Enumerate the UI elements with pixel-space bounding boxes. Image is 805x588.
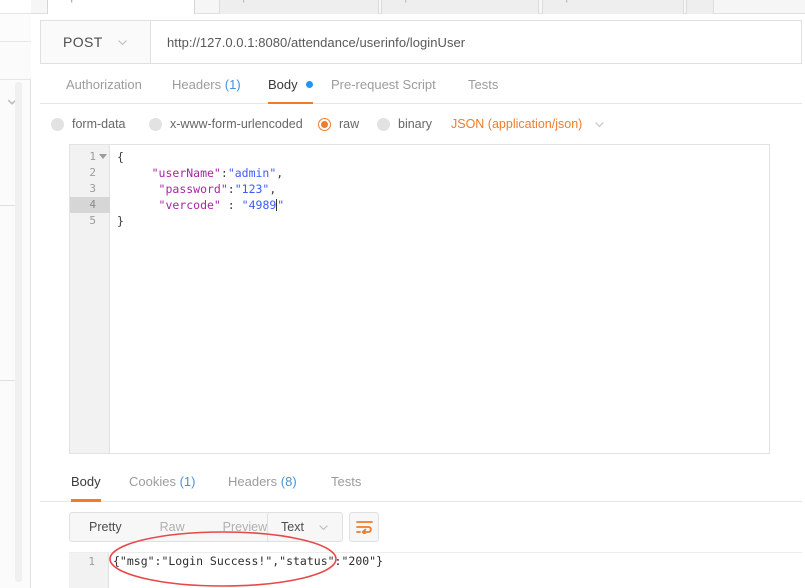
response-tab-tests[interactable]: Tests — [331, 470, 361, 502]
response-tab-cookies-count: (1) — [179, 474, 196, 489]
radio-icon — [149, 117, 162, 131]
chevron-down-icon — [117, 39, 127, 45]
request-section-tabs: Authorization Headers (1) Body Pre-reque… — [40, 74, 802, 104]
tab-pre-request-script-label: Pre-request Script — [331, 77, 436, 92]
response-body-text: {"msg":"Login Success!","status":"200"} — [113, 554, 384, 568]
response-tab-headers-count: (8) — [280, 474, 297, 489]
code-line: } — [117, 214, 124, 228]
editor-gutter: 1 2 3 4 5 — [70, 145, 110, 453]
tab-authorization[interactable]: Authorization — [66, 74, 142, 104]
response-tab-headers[interactable]: Headers (8) — [228, 470, 297, 502]
radio-binary[interactable]: binary — [377, 112, 432, 136]
radio-icon — [51, 117, 64, 131]
response-view-segmented-control: Pretty Raw Preview — [69, 512, 288, 542]
request-tab-label: http://127.0.0.1:8080/attendance/userinf… — [230, 0, 378, 3]
line-number: 2 — [89, 166, 96, 179]
main-panel: http://127.0.0.1:8080/attendance/userinf… — [31, 0, 805, 588]
view-pretty-button[interactable]: Pretty — [70, 513, 141, 541]
line-number: 5 — [89, 214, 96, 227]
url-input-value: http://127.0.0.1:8080/attendance/userinf… — [167, 34, 466, 50]
request-tab[interactable]: http://127.0.0.1:8080/attendance/userinf… — [219, 0, 379, 14]
request-tab-label: http://127.0.0.1:8080/attendance/userinf… — [553, 0, 683, 3]
url-input[interactable]: http://127.0.0.1:8080/attendance/userinf… — [150, 20, 802, 64]
tab-headers[interactable]: Headers (1) — [172, 74, 241, 104]
http-method-label: POST — [63, 34, 103, 50]
code-line: "userName":"admin", — [151, 166, 284, 180]
http-method-select[interactable]: POST — [40, 20, 150, 64]
code-line: "password":"123", — [158, 182, 277, 196]
tab-tests-label: Tests — [468, 77, 499, 92]
editor-code-area[interactable]: { "userName":"admin", "password":"123", … — [111, 145, 769, 453]
radio-raw[interactable]: raw — [318, 112, 359, 136]
tab-body-label: Body — [268, 77, 298, 92]
response-tab-cookies-label: Cookies — [129, 474, 176, 489]
line-number: 3 — [89, 182, 96, 195]
request-tab-label: http://127.0.0.1:8080/attendance/userinf… — [58, 0, 194, 3]
body-type-row: form-data x-www-form-urlencoded raw bina… — [40, 112, 802, 140]
request-tab-strip: http://127.0.0.1:8080/attendance/userinf… — [31, 0, 805, 14]
line-number: 1 — [70, 149, 110, 165]
postman-window: http://127.0.0.1:8080/attendance/userinf… — [0, 0, 805, 588]
tab-headers-label: Headers — [172, 77, 222, 92]
word-wrap-icon — [355, 521, 373, 534]
request-tab-label: http://127.0.0.1:8080/attendance/userinf… — [392, 0, 538, 3]
code-line: "vercode" : "4989" — [158, 198, 285, 212]
response-tab-tests-label: Tests — [331, 474, 362, 489]
close-icon[interactable]: × — [181, 0, 187, 2]
radio-x-www-form-urlencoded-label: x-www-form-urlencoded — [170, 117, 303, 131]
response-body-editor[interactable]: 1 {"msg":"Login Success!","status":"200"… — [69, 552, 802, 588]
response-view-toolbar: Pretty Raw Preview Text — [69, 512, 379, 544]
response-tab-headers-label: Headers — [228, 474, 278, 489]
left-sidebar-rail — [0, 0, 31, 588]
tab-tests[interactable]: Tests — [468, 74, 498, 104]
radio-icon — [377, 117, 390, 131]
view-raw-button[interactable]: Raw — [141, 513, 204, 541]
line-number-active: 4 — [70, 197, 110, 213]
word-wrap-button[interactable] — [349, 512, 379, 542]
rail-cell-middle — [0, 14, 31, 42]
response-tab-body[interactable]: Body — [71, 470, 101, 502]
tab-pre-request-script[interactable]: Pre-request Script — [331, 74, 436, 104]
plus-icon: + — [697, 0, 704, 4]
rail-cell-collapse[interactable] — [0, 42, 31, 105]
radio-icon-selected — [318, 117, 331, 131]
response-editor-gutter: 1 — [69, 553, 109, 588]
request-tab[interactable]: http://127.0.0.1:8080/attendance/userinf… — [542, 0, 684, 14]
tab-headers-count: (1) — [224, 77, 241, 92]
request-tab[interactable]: http://127.0.0.1:8080/attendance/userinf… — [381, 0, 539, 14]
chevron-down-icon — [595, 121, 605, 127]
radio-raw-label: raw — [339, 117, 360, 131]
chevron-down-icon — [319, 524, 328, 530]
radio-form-data-label: form-data — [72, 117, 126, 131]
url-bar-row: POST http://127.0.0.1:8080/attendance/us… — [40, 20, 802, 64]
response-tab-cookies[interactable]: Cookies (1) — [129, 470, 195, 502]
code-line: { — [117, 150, 124, 164]
line-number: 1 — [88, 555, 95, 568]
body-format-select[interactable]: JSON (application/json) — [451, 112, 605, 136]
response-type-select[interactable]: Text — [267, 512, 343, 542]
tab-body[interactable]: Body — [268, 74, 314, 104]
request-tab[interactable]: http://127.0.0.1:8080/attendance/userinf… — [47, 0, 195, 14]
response-type-label: Text — [281, 520, 304, 534]
response-tab-body-label: Body — [71, 474, 101, 489]
radio-form-data[interactable]: form-data — [51, 112, 126, 136]
body-format-label: JSON (application/json) — [451, 117, 583, 131]
radio-x-www-form-urlencoded[interactable]: x-www-form-urlencoded — [149, 112, 303, 136]
rail-cell-top — [0, 0, 31, 14]
radio-binary-label: binary — [398, 117, 433, 131]
body-modified-dot-icon — [306, 81, 314, 88]
tab-authorization-label: Authorization — [66, 77, 142, 92]
request-body-editor[interactable]: 1 2 3 4 5 { "userName":"admin", "passwor… — [69, 144, 770, 454]
sidebar-scrollbar[interactable] — [15, 82, 22, 582]
fold-caret-icon[interactable] — [99, 154, 107, 159]
new-tab-button[interactable]: + — [686, 0, 714, 14]
response-section-tabs: Body Cookies (1) Headers (8) Tests — [40, 470, 802, 502]
